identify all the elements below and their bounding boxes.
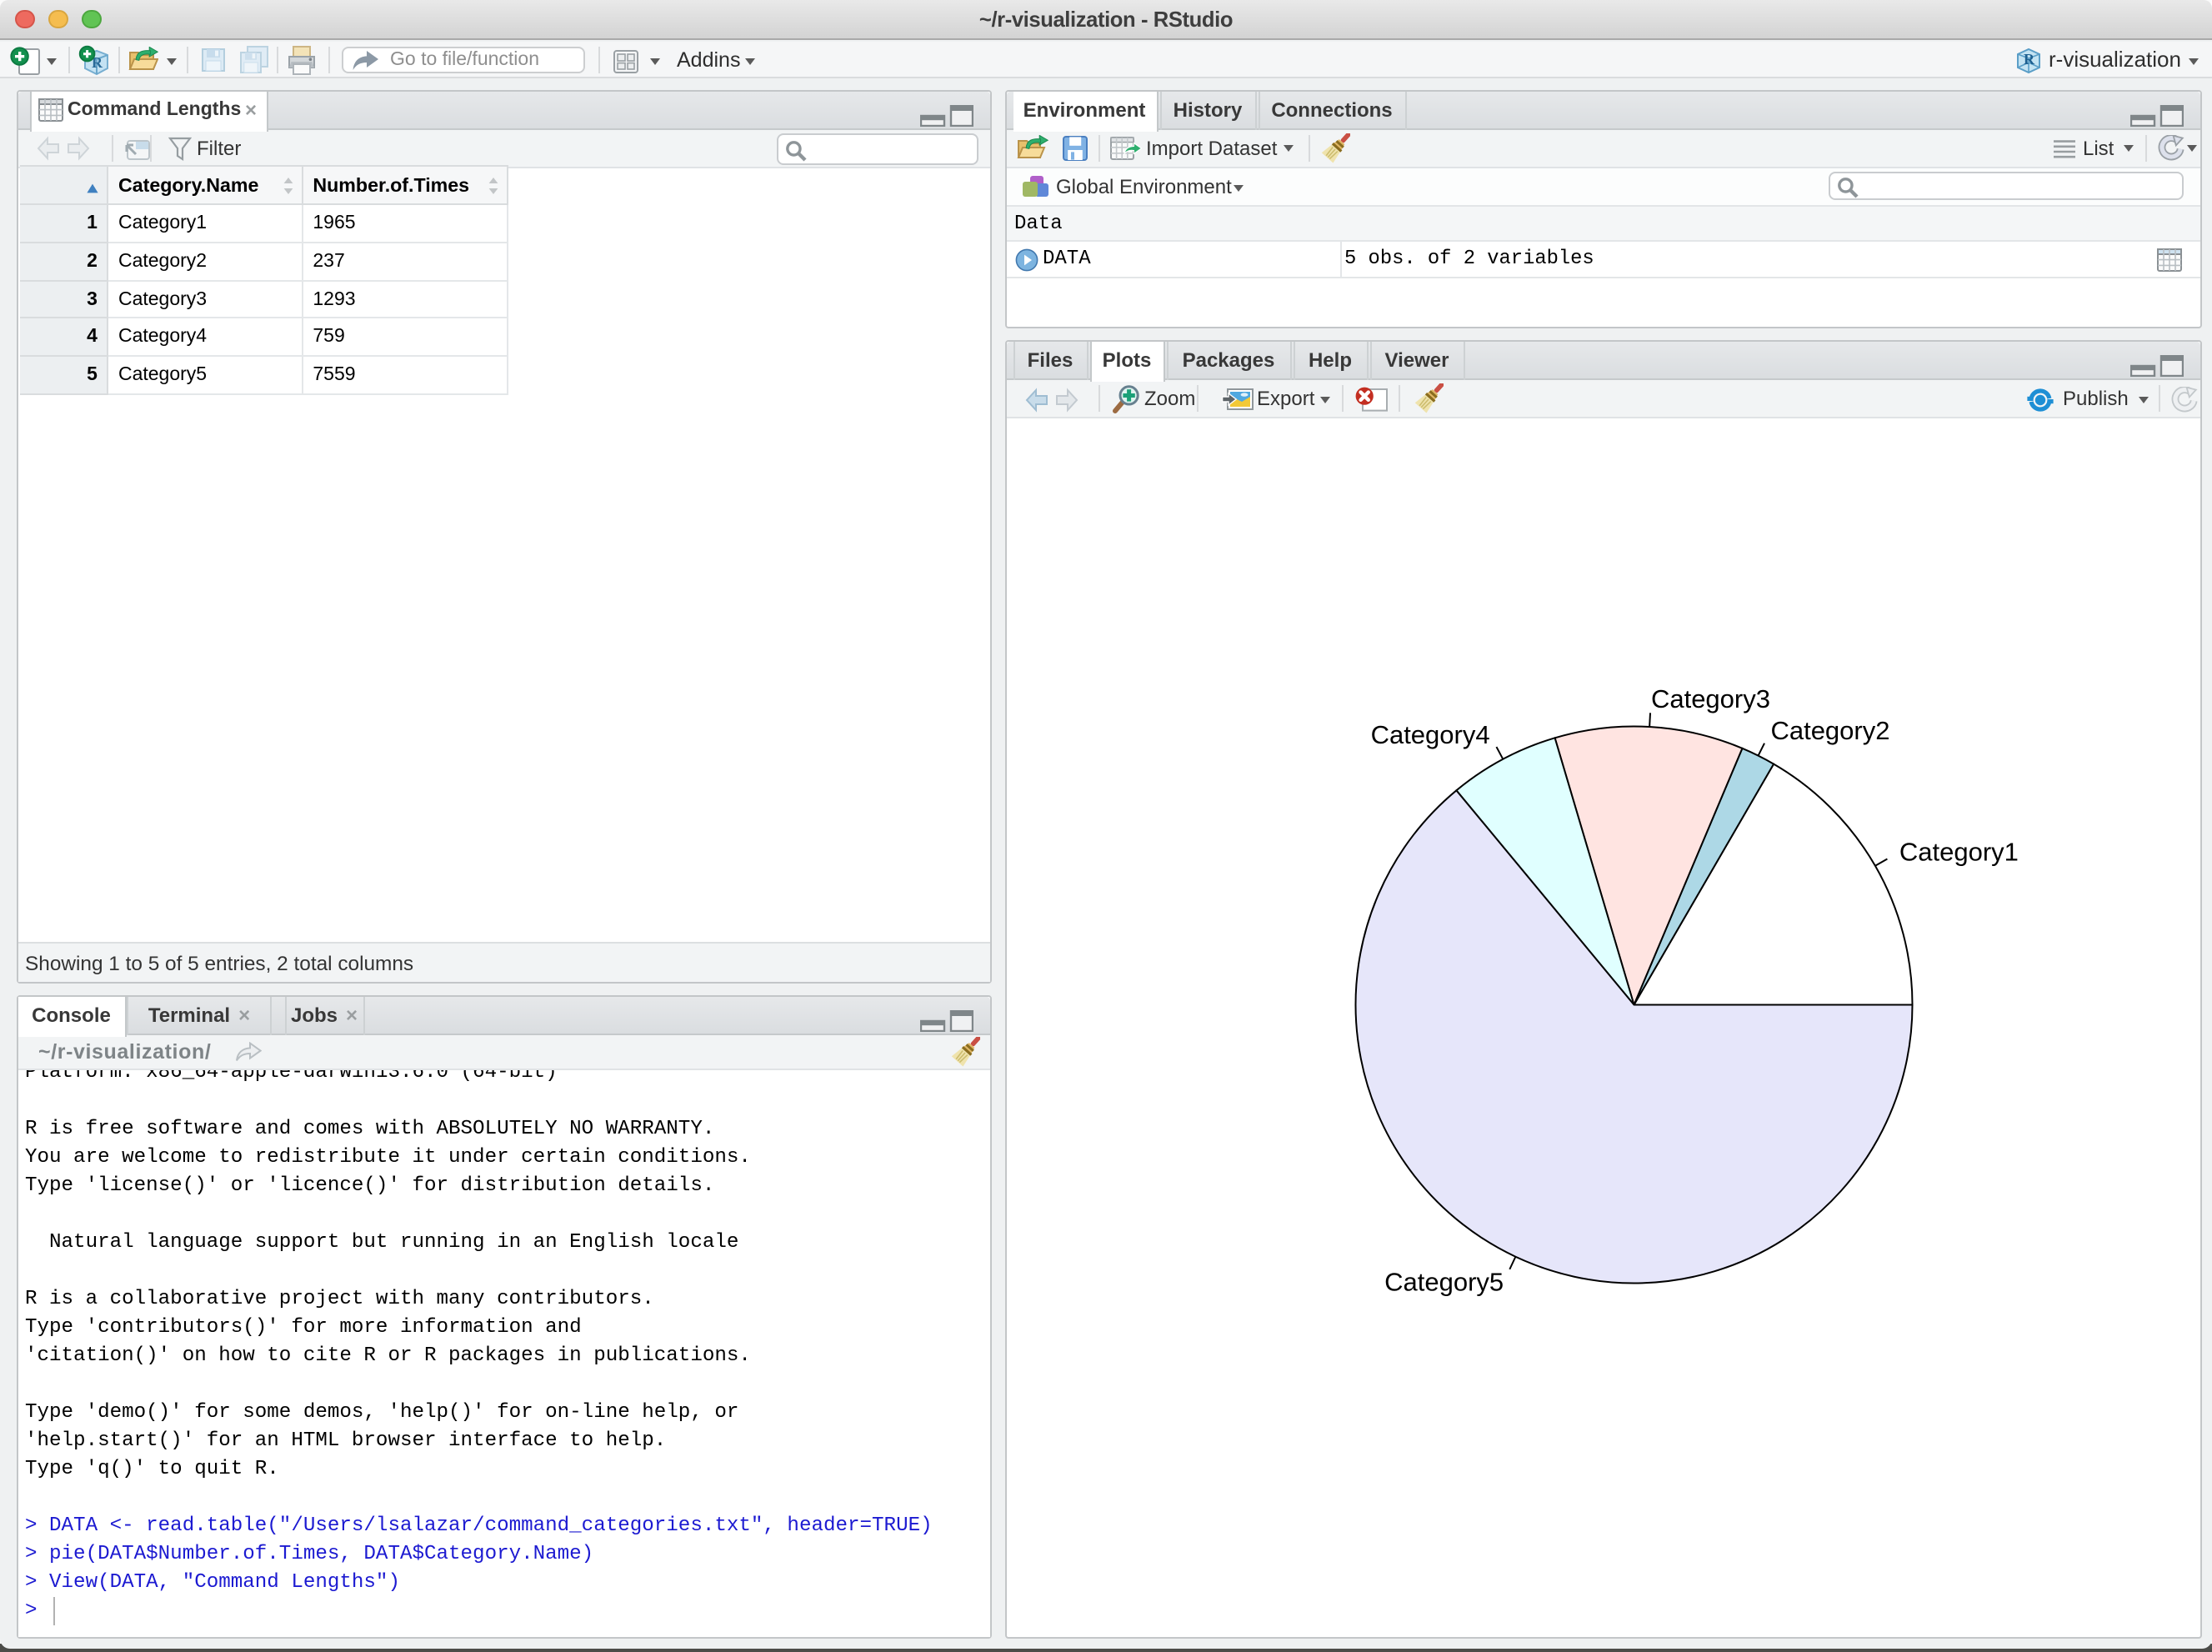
svg-text:Category2: Category2 <box>1769 716 1889 745</box>
svg-text:Category5: Category5 <box>1384 1267 1503 1296</box>
svg-text:Category4: Category4 <box>1370 720 1489 749</box>
svg-text:R: R <box>2024 51 2035 68</box>
svg-text:Category3: Category3 <box>1650 684 1769 713</box>
svg-text:Category1: Category1 <box>1899 838 2018 867</box>
